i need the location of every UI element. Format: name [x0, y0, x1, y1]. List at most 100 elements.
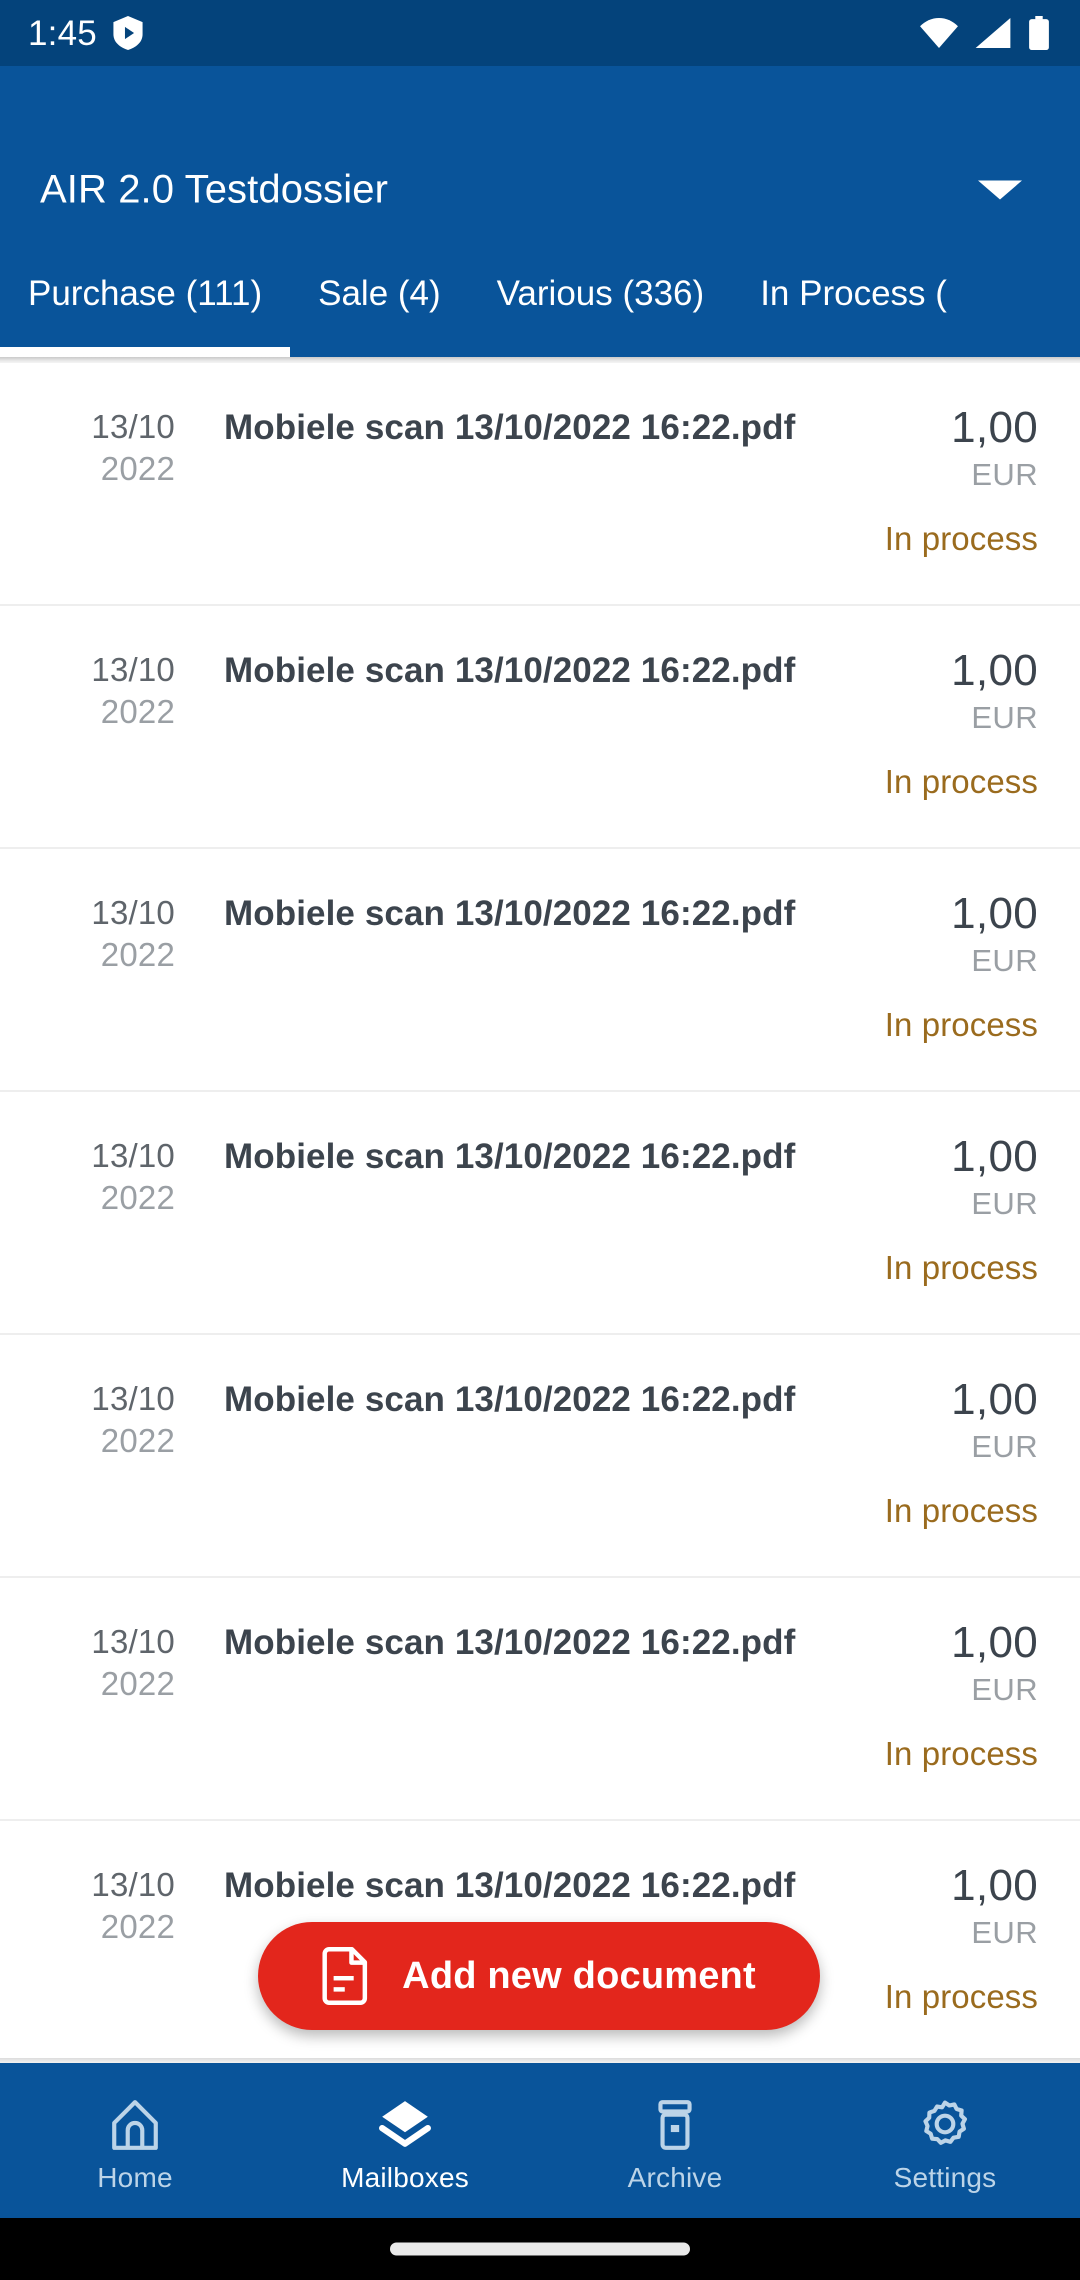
table-row[interactable]: 13/10 2022 Mobiele scan 13/10/2022 16:22… — [0, 1578, 1080, 1821]
table-row[interactable]: 13/10 2022 Mobiele scan 13/10/2022 16:22… — [0, 606, 1080, 849]
archive-box-icon — [658, 2099, 692, 2150]
bottom-nav[interactable]: Home Mailboxes Archive Settings — [0, 2063, 1080, 2218]
row-date-year: 2022 — [100, 1422, 175, 1459]
nav-item-mailboxes[interactable]: Mailboxes — [270, 2063, 540, 2218]
row-date: 13/10 2022 — [0, 1378, 175, 1462]
row-amount-block: 1,00 EUR In process — [885, 1618, 1038, 1772]
status-bar-left: 1:45 — [28, 16, 143, 51]
table-row[interactable]: 13/10 2022 Mobiele scan 13/10/2022 16:22… — [0, 1335, 1080, 1578]
gear-icon — [923, 2099, 968, 2145]
layers-icon — [379, 2100, 431, 2147]
tab-bar[interactable]: Purchase (111) Sale (4) Various (336) In… — [0, 252, 1080, 357]
nav-label: Settings — [893, 2161, 997, 2193]
page-title: AIR 2.0 Testdossier — [40, 167, 388, 212]
row-amount: 1,00 — [951, 1132, 1038, 1181]
signal-icon — [975, 18, 1011, 48]
app-bar: AIR 2.0 Testdossier — [0, 66, 1080, 252]
table-row[interactable]: 13/10 2022 Mobiele scan 13/10/2022 16:22… — [0, 1092, 1080, 1335]
row-date: 13/10 2022 — [0, 1135, 175, 1219]
row-currency: EUR — [971, 1915, 1038, 1950]
row-document-title: Mobiele scan 13/10/2022 16:22.pdf — [224, 408, 796, 447]
play-shield-icon — [113, 16, 143, 50]
chevron-down-icon[interactable] — [978, 180, 1022, 200]
table-row[interactable]: 13/10 2022 Mobiele scan 13/10/2022 16:22… — [0, 363, 1080, 606]
status-badge: In process — [884, 1978, 1038, 2015]
row-date: 13/10 2022 — [0, 649, 175, 733]
status-badge: In process — [884, 1492, 1038, 1529]
row-amount: 1,00 — [951, 1861, 1038, 1910]
row-currency: EUR — [971, 943, 1038, 978]
document-lines-icon — [322, 1947, 368, 2005]
row-amount: 1,00 — [951, 646, 1038, 695]
row-amount: 1,00 — [951, 889, 1038, 938]
tab-in-process[interactable]: In Process ( — [732, 252, 975, 357]
status-badge: In process — [884, 1006, 1038, 1043]
row-date: 13/10 2022 — [0, 406, 175, 490]
row-document-title: Mobiele scan 13/10/2022 16:22.pdf — [224, 1137, 796, 1176]
battery-icon — [1029, 16, 1049, 50]
status-badge: In process — [884, 763, 1038, 800]
row-amount-block: 1,00 EUR In process — [885, 403, 1038, 557]
row-document-title: Mobiele scan 13/10/2022 16:22.pdf — [224, 1866, 796, 1905]
row-amount: 1,00 — [951, 1618, 1038, 1667]
status-badge: In process — [884, 1735, 1038, 1772]
status-badge: In process — [884, 1249, 1038, 1286]
row-document-title: Mobiele scan 13/10/2022 16:22.pdf — [224, 651, 796, 690]
row-date-day: 13/10 — [91, 1623, 175, 1660]
row-currency: EUR — [971, 1429, 1038, 1464]
add-new-document-label: Add new document — [402, 1954, 756, 1997]
row-date-year: 2022 — [100, 936, 175, 973]
row-date-year: 2022 — [100, 1908, 175, 1945]
add-new-document-button[interactable]: Add new document — [258, 1922, 820, 2030]
row-document-title: Mobiele scan 13/10/2022 16:22.pdf — [224, 1380, 796, 1419]
status-bar-right — [920, 16, 1050, 50]
tab-label: In Process ( — [760, 274, 947, 313]
tab-label: Purchase (111) — [28, 274, 263, 313]
row-date-year: 2022 — [100, 450, 175, 487]
wifi-icon — [920, 18, 958, 48]
row-document-title: Mobiele scan 13/10/2022 16:22.pdf — [224, 894, 796, 933]
row-date-year: 2022 — [100, 1665, 175, 1702]
nav-item-archive[interactable]: Archive — [540, 2063, 810, 2218]
nav-label: Archive — [627, 2161, 723, 2193]
home-pill-indicator[interactable] — [390, 2242, 690, 2256]
row-amount-block: 1,00 EUR In process — [885, 646, 1038, 800]
row-currency: EUR — [971, 1186, 1038, 1221]
tab-various[interactable]: Various (336) — [469, 252, 733, 357]
row-date-year: 2022 — [100, 693, 175, 730]
row-amount-block: 1,00 EUR In process — [885, 1132, 1038, 1286]
status-clock: 1:45 — [28, 13, 97, 53]
row-date-day: 13/10 — [91, 408, 175, 445]
row-amount: 1,00 — [951, 1375, 1038, 1424]
row-document-title: Mobiele scan 13/10/2022 16:22.pdf — [224, 1623, 796, 1662]
row-currency: EUR — [971, 700, 1038, 735]
table-row[interactable]: 13/10 2022 Mobiele scan 13/10/2022 16:22… — [0, 849, 1080, 1092]
app-screen: 1:45 AIR 2.0 Testdossier Purchase (111) … — [0, 0, 1080, 2280]
row-date: 13/10 2022 — [0, 892, 175, 976]
home-icon — [112, 2099, 158, 2150]
row-amount-block: 1,00 EUR In process — [885, 889, 1038, 1043]
nav-item-home[interactable]: Home — [0, 2063, 270, 2218]
system-gesture-area — [0, 2218, 1080, 2280]
status-badge: In process — [884, 520, 1038, 557]
row-date-day: 13/10 — [91, 1866, 175, 1903]
tab-purchase[interactable]: Purchase (111) — [0, 252, 291, 357]
row-date-year: 2022 — [100, 1179, 175, 1216]
nav-label: Mailboxes — [341, 2161, 469, 2193]
row-currency: EUR — [971, 1672, 1038, 1707]
row-date: 13/10 2022 — [0, 1621, 175, 1705]
nav-label: Home — [97, 2161, 173, 2193]
row-currency: EUR — [971, 457, 1038, 492]
tab-label: Sale (4) — [318, 274, 441, 313]
row-amount-block: 1,00 EUR In process — [885, 1375, 1038, 1529]
row-date: 13/10 2022 — [0, 1864, 175, 1948]
row-date-day: 13/10 — [91, 1137, 175, 1174]
tab-sale[interactable]: Sale (4) — [290, 252, 469, 357]
nav-item-settings[interactable]: Settings — [810, 2063, 1080, 2218]
tab-label: Various (336) — [496, 274, 705, 313]
row-amount: 1,00 — [951, 403, 1038, 452]
row-date-day: 13/10 — [91, 894, 175, 931]
document-list[interactable]: 13/10 2022 Mobiele scan 13/10/2022 16:22… — [0, 363, 1080, 2063]
row-amount-block: 1,00 EUR In process — [885, 1861, 1038, 2015]
row-date-day: 13/10 — [91, 651, 175, 688]
